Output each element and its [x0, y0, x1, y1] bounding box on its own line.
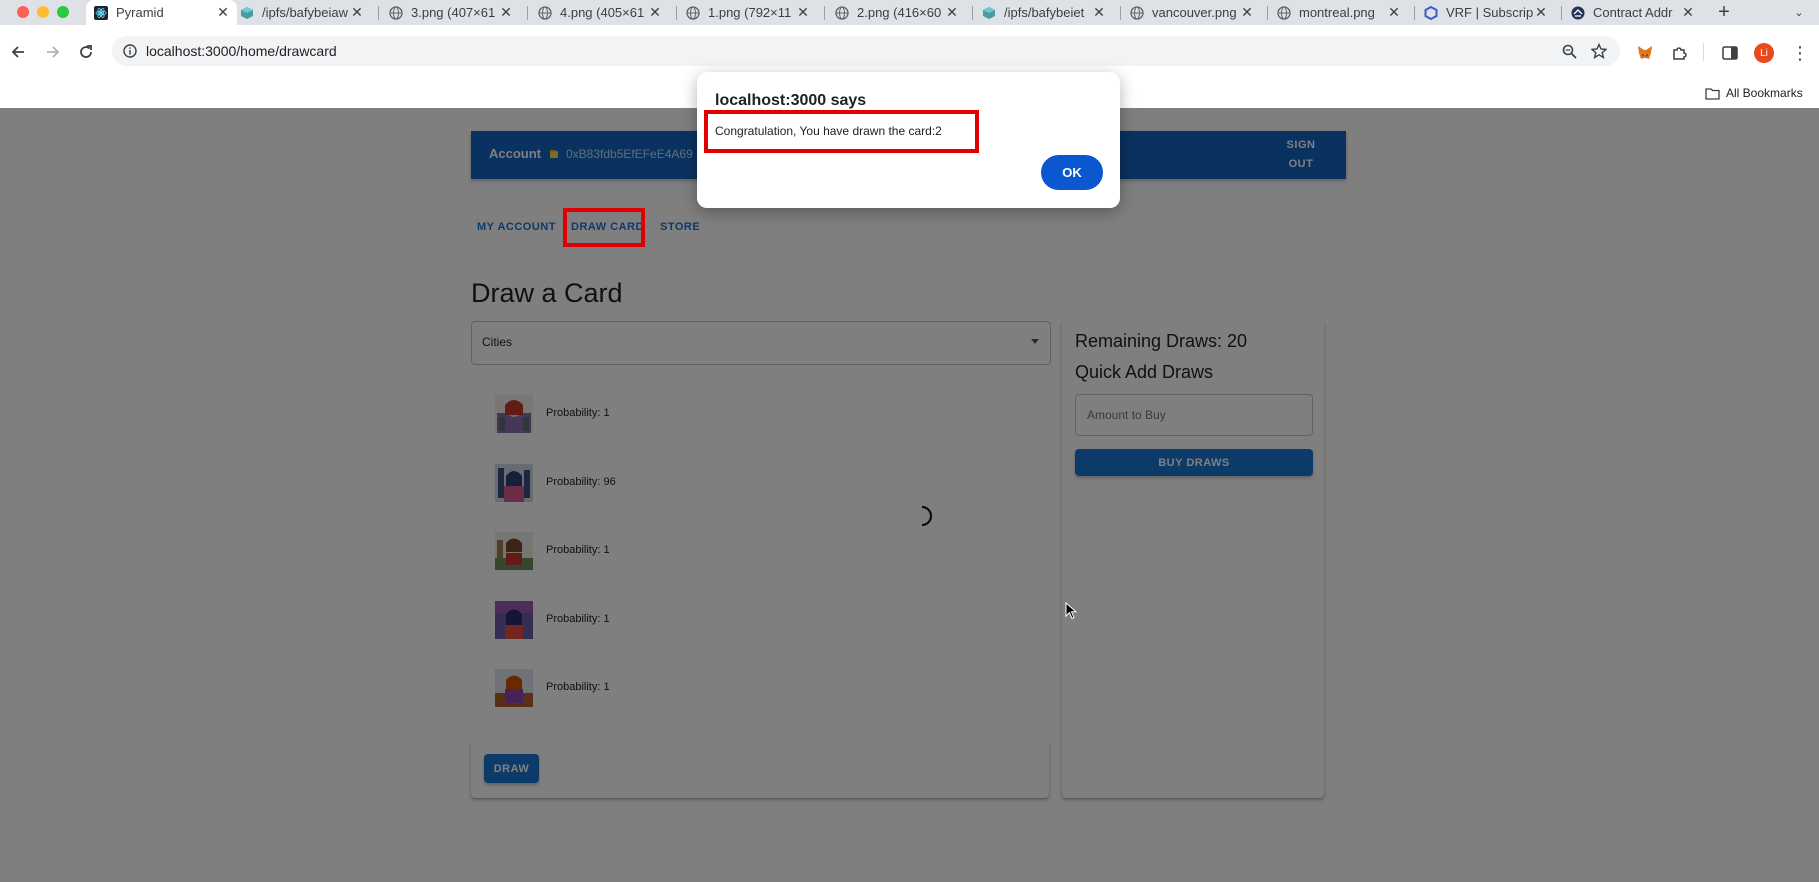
close-tab-icon[interactable]: ✕ — [1680, 4, 1696, 21]
close-tab-icon[interactable]: ✕ — [1091, 4, 1107, 21]
globe-icon — [835, 5, 849, 20]
tab-title: 4.png (405×61 — [560, 5, 645, 20]
close-tab-icon[interactable]: ✕ — [647, 4, 663, 21]
tab-separator — [527, 6, 528, 20]
all-bookmarks-label: All Bookmarks — [1726, 86, 1803, 100]
tab-title: /ipfs/bafybeiet — [1004, 5, 1085, 20]
close-tab-icon[interactable]: ✕ — [498, 4, 514, 21]
chainlink-hex-icon — [1424, 5, 1438, 20]
globe-icon — [1277, 5, 1291, 20]
ipfs-cube-icon — [240, 6, 254, 20]
tab-vancouver-png[interactable]: vancouver.png ✕ — [1130, 0, 1255, 25]
bookmark-star-icon[interactable] — [1590, 42, 1608, 60]
metamask-fox-icon[interactable] — [1634, 42, 1656, 64]
tab-ipfs-2[interactable]: /ipfs/bafybeiet ✕ — [982, 0, 1107, 25]
globe-icon — [389, 5, 403, 20]
close-tab-icon[interactable]: ✕ — [349, 4, 365, 21]
close-tab-icon[interactable]: ✕ — [1386, 4, 1402, 21]
close-window-button[interactable] — [17, 6, 29, 18]
tab-title: Pyramid — [116, 5, 164, 20]
dialog-message-highlight — [704, 110, 979, 153]
close-tab-icon[interactable]: ✕ — [1239, 4, 1255, 21]
dialog-origin: localhost:3000 says — [715, 92, 867, 109]
tab-separator — [676, 6, 677, 20]
extensions-puzzle-icon[interactable] — [1668, 42, 1690, 64]
tab-separator — [824, 6, 825, 20]
tab-4-png[interactable]: 4.png (405×61 ✕ — [538, 0, 663, 25]
close-tab-icon[interactable]: ✕ — [944, 4, 960, 21]
tab-title: montreal.png — [1299, 5, 1375, 20]
tab-separator — [378, 6, 379, 20]
draw-card-tab-highlight — [563, 208, 645, 247]
close-tab-icon[interactable]: ✕ — [795, 4, 811, 21]
globe-icon — [538, 5, 552, 20]
tab-2-png[interactable]: 2.png (416×60 ✕ — [835, 0, 960, 25]
dialog-ok-button[interactable]: OK — [1041, 155, 1103, 190]
tab-separator — [1561, 6, 1562, 20]
close-tab-icon[interactable]: ✕ — [1533, 4, 1549, 21]
tab-title: /ipfs/bafybeiaw — [262, 5, 348, 20]
close-tab-icon[interactable]: ✕ — [215, 4, 231, 21]
tab-vrf-subscription[interactable]: VRF | Subscrip ✕ — [1424, 0, 1549, 25]
tab-title: Contract Addr — [1593, 5, 1673, 20]
minimize-window-button[interactable] — [37, 6, 49, 18]
mouse-cursor-icon — [1065, 601, 1078, 620]
tab-contract-address[interactable]: Contract Addr ✕ — [1571, 0, 1696, 25]
tab-3-png[interactable]: 3.png (407×61 ✕ — [389, 0, 514, 25]
tab-separator — [972, 6, 973, 20]
toolbar-separator — [1703, 43, 1704, 61]
browser-menu-icon[interactable]: ⋮ — [1790, 42, 1810, 64]
tab-title: vancouver.png — [1152, 5, 1237, 20]
new-tab-icon[interactable]: + — [1714, 1, 1734, 23]
tab-search-chevron-icon[interactable]: ⌄ — [1790, 3, 1808, 21]
forward-arrow-icon[interactable] — [41, 41, 63, 63]
tab-ipfs-1[interactable]: /ipfs/bafybeiaw ✕ — [240, 0, 365, 25]
reload-icon[interactable] — [75, 41, 97, 63]
zoom-magnifier-icon[interactable] — [1560, 42, 1578, 60]
etherscan-icon — [1571, 6, 1585, 20]
address-bar[interactable]: localhost:3000/home/drawcard — [112, 36, 1620, 66]
ipfs-cube-icon — [982, 6, 996, 20]
all-bookmarks-button[interactable]: All Bookmarks — [1705, 86, 1803, 100]
zoom-window-button[interactable] — [57, 6, 69, 18]
react-icon — [94, 5, 108, 20]
browser-tab-strip: Pyramid ✕ /ipfs/bafybeiaw ✕ 3.png (407×6… — [0, 0, 1819, 25]
tab-1-png[interactable]: 1.png (792×11 ✕ — [686, 0, 811, 25]
tab-title: 2.png (416×60 — [857, 5, 942, 20]
tab-separator — [1120, 6, 1121, 20]
url-text: localhost:3000/home/drawcard — [146, 43, 337, 59]
tab-montreal-png[interactable]: montreal.png ✕ — [1277, 0, 1402, 25]
globe-icon — [686, 5, 700, 20]
tab-separator — [1267, 6, 1268, 20]
alert-dialog: localhost:3000 says Congratulation, You … — [697, 72, 1120, 208]
tab-title: VRF | Subscrip — [1446, 5, 1533, 20]
profile-avatar[interactable]: Li — [1754, 43, 1774, 63]
tab-pyramid[interactable]: Pyramid ✕ — [86, 0, 237, 25]
folder-icon — [1705, 87, 1720, 100]
site-info-icon[interactable] — [122, 43, 138, 59]
tab-separator — [1414, 6, 1415, 20]
globe-icon — [1130, 5, 1144, 20]
tab-title: 3.png (407×61 — [411, 5, 496, 20]
modal-backdrop — [0, 108, 1819, 882]
tab-title: 1.png (792×11 — [708, 5, 792, 20]
back-arrow-icon[interactable] — [8, 41, 30, 63]
side-panel-icon[interactable] — [1719, 42, 1741, 64]
